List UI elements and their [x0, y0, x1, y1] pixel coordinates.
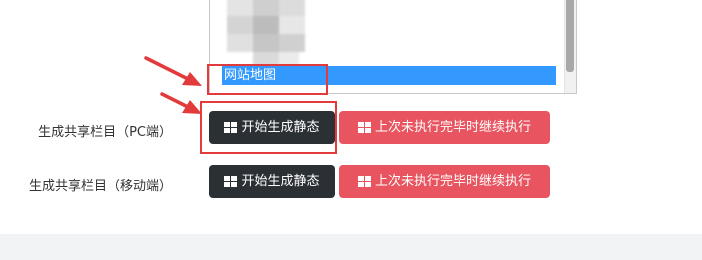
generate-static-pc-button[interactable]: 开始生成静态 — [209, 111, 335, 144]
generate-static-pc-label: 开始生成静态 — [241, 120, 320, 135]
resume-pc-label: 上次未执行完毕时继续执行 — [374, 120, 531, 135]
row-label-pc: 生成共享栏目（PC端） — [38, 125, 172, 140]
generate-static-mobile-button[interactable]: 开始生成静态 — [209, 165, 335, 198]
grid-icon — [357, 122, 371, 133]
resume-mobile-button[interactable]: 上次未执行完毕时继续执行 — [339, 165, 550, 198]
resume-pc-button[interactable]: 上次未执行完毕时继续执行 — [339, 111, 550, 144]
resume-mobile-label: 上次未执行完毕时继续执行 — [374, 174, 531, 189]
listbox-scrollbar[interactable] — [564, 0, 576, 93]
annotation-highlight-option — [207, 64, 328, 95]
grid-icon — [224, 122, 238, 133]
row-label-mobile: 生成共享栏目（移动端） — [28, 179, 172, 194]
blurred-thumbnail — [227, 0, 307, 70]
scrollbar-thumb[interactable] — [566, 0, 574, 72]
generate-static-mobile-label: 开始生成静态 — [241, 174, 320, 189]
footer-band — [0, 234, 702, 260]
annotation-arrow-icon — [160, 92, 202, 114]
grid-icon — [224, 176, 238, 187]
annotation-arrow-icon — [144, 56, 202, 86]
grid-icon — [357, 176, 371, 187]
